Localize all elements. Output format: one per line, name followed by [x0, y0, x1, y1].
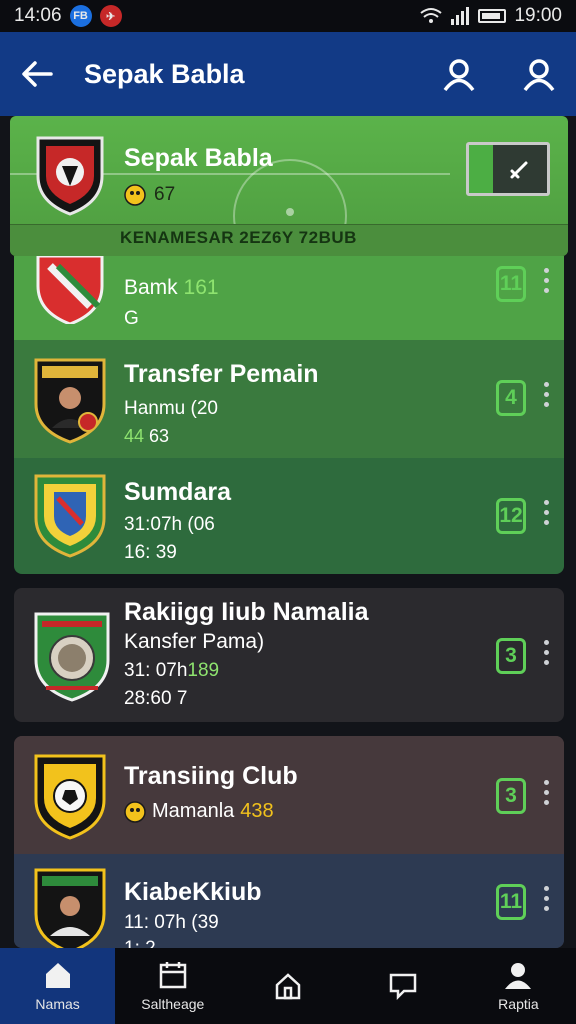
row-title: Transfer Pemain	[124, 360, 319, 388]
club-crest-icon	[34, 754, 106, 840]
count-badge: 12	[496, 498, 526, 534]
status-bar: 14:06 FB ✈ 19:00	[0, 0, 576, 32]
profile-icon	[443, 59, 475, 91]
toggle-edit-area	[493, 145, 547, 193]
row-line-2: 44 63	[124, 426, 170, 446]
club-crest-icon	[34, 868, 106, 948]
nav-item-messages[interactable]	[346, 948, 461, 1024]
ball-icon	[124, 184, 146, 206]
status-time-left: 14:06	[14, 5, 62, 26]
list-item: Rakiigg Iiub Namalia Kansfer Pama) 31: 0…	[14, 588, 564, 722]
list-item[interactable]: Sumdara 31:07h (06 16: 39 12	[14, 458, 564, 574]
row-subtitle: G	[124, 308, 139, 329]
row-title: Rakiigg Iiub Namalia	[124, 598, 369, 626]
featured-meta-value: 67	[154, 184, 176, 205]
more-options-icon[interactable]	[542, 268, 550, 293]
list-item[interactable]: Transfer Pemain Hanmu (20 44 63 4	[14, 340, 564, 458]
row-line-1: 31:07h (06	[124, 514, 215, 535]
row-title: Transiing Club	[124, 762, 298, 790]
club-crest-icon	[36, 136, 104, 216]
row-title: Bamk 161	[124, 276, 219, 299]
profile-icon	[505, 963, 532, 989]
house-outline-icon	[275, 973, 301, 1000]
club-crest-icon	[34, 612, 110, 702]
status-time-right: 19:00	[514, 5, 562, 26]
shield-notification-icon: ✈	[99, 5, 122, 27]
featured-club-card[interactable]: Sepak Babla 67 KENAMESAR 2EZ6Y 72BUB	[10, 116, 568, 256]
back-button[interactable]	[18, 55, 56, 93]
list-item[interactable]: Bamk 161 G 11	[14, 256, 564, 340]
more-options-icon[interactable]	[542, 780, 550, 805]
page-title: Sepak Babla	[84, 58, 245, 89]
nav-item-profile[interactable]: Raptia	[461, 948, 576, 1024]
count-badge: 11	[496, 266, 526, 302]
count-badge: 3	[496, 638, 526, 674]
count-badge: 4	[496, 380, 526, 416]
count-badge: 11	[496, 884, 526, 920]
search-button[interactable]	[440, 55, 478, 93]
featured-toggle[interactable]	[466, 142, 550, 196]
club-card[interactable]: Rakiigg Iiub Namalia Kansfer Pama) 31: 0…	[14, 588, 564, 722]
count-badge: 3	[496, 778, 526, 814]
home-icon	[45, 963, 70, 988]
row-line-1: 11: 07h (39	[124, 912, 219, 933]
more-options-icon[interactable]	[542, 640, 550, 665]
club-list-group: Bamk 161 G 11 Transfer Pemain Hanmu (20 …	[14, 256, 564, 574]
nav-label: Raptia	[498, 996, 539, 1012]
row-title: Sumdara	[124, 478, 231, 506]
featured-meta: 67	[124, 184, 175, 206]
row-line-1: Mamanla 438	[124, 800, 274, 823]
bottom-navigation: Namas Saltheage Raptia	[0, 948, 576, 1024]
row-line-2: 31: 07h189	[124, 660, 220, 681]
calendar-icon	[159, 962, 187, 989]
nav-item-clubs[interactable]	[230, 948, 345, 1024]
list-item: Transiing Club Mamanla 438 3	[14, 736, 564, 854]
more-options-icon[interactable]	[542, 886, 550, 911]
row-line-1: Kansfer Pama)	[124, 630, 265, 653]
club-card[interactable]: Transiing Club Mamanla 438 3 KiabeKkiub 1…	[14, 736, 564, 948]
row-line-2: 16: 39	[124, 542, 177, 563]
edit-icon	[510, 161, 528, 179]
nav-item-schedule[interactable]: Saltheage	[115, 948, 230, 1024]
nav-label: Saltheage	[141, 996, 205, 1012]
app-bar: Sepak Babla	[0, 32, 576, 116]
signal-icon	[451, 7, 470, 25]
user-icon	[523, 59, 555, 91]
nav-item-home[interactable]: Namas	[0, 948, 116, 1024]
battery-icon	[478, 9, 507, 23]
ball-icon	[124, 800, 146, 823]
more-options-icon[interactable]	[542, 382, 550, 407]
row-line-1: Hanmu (20	[124, 398, 218, 419]
chat-icon	[389, 973, 417, 1001]
club-crest-icon	[36, 256, 104, 324]
wifi-icon	[420, 8, 443, 23]
more-options-icon[interactable]	[542, 500, 550, 525]
account-button[interactable]	[520, 55, 558, 93]
featured-bottom-text: KENAMESAR 2EZ6Y 72BUB	[120, 228, 357, 247]
row-line-2: 1: 2	[124, 938, 156, 948]
toggle-on-segment	[469, 145, 493, 193]
arrow-left-icon	[22, 61, 53, 87]
app-notification-icon: FB	[69, 5, 92, 27]
list-item: KiabeKkiub 11: 07h (39 1: 2 11	[14, 854, 564, 948]
club-crest-icon	[34, 474, 106, 558]
row-line-3: 28:60 7	[124, 688, 188, 709]
row-title: KiabeKkiub	[124, 878, 262, 906]
featured-club-name: Sepak Babla	[124, 144, 273, 172]
club-crest-icon	[34, 358, 106, 444]
nav-label: Namas	[35, 996, 80, 1012]
